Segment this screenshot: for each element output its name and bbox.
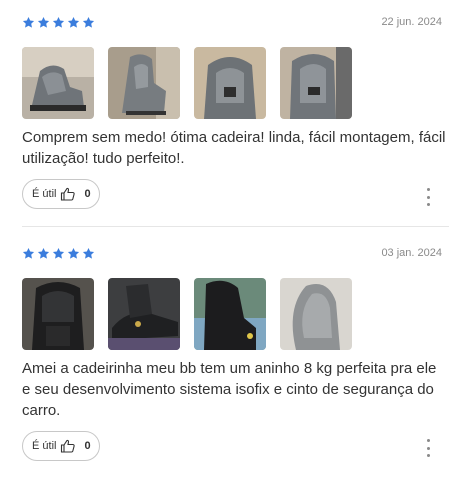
- star-icon: [52, 247, 65, 260]
- star-icon: [37, 16, 50, 29]
- helpful-count: 0: [84, 188, 91, 200]
- star-icon: [22, 247, 35, 260]
- helpful-button[interactable]: É útil 0: [22, 179, 100, 209]
- star-icon: [22, 16, 35, 29]
- helpful-count: 0: [84, 440, 91, 452]
- star-icon: [52, 16, 65, 29]
- review-photos: [22, 47, 352, 119]
- review-photo[interactable]: [108, 278, 180, 350]
- review-photo[interactable]: [108, 47, 180, 119]
- review-photo[interactable]: [280, 47, 352, 119]
- divider: [22, 226, 449, 227]
- star-rating: [22, 247, 95, 260]
- helpful-button[interactable]: É útil 0: [22, 431, 100, 461]
- star-icon: [67, 16, 80, 29]
- star-icon: [37, 247, 50, 260]
- review-photo[interactable]: [194, 47, 266, 119]
- star-icon: [67, 247, 80, 260]
- review-photo[interactable]: [194, 278, 266, 350]
- review-text: Amei a cadeirinha meu bb tem um aninho 8…: [22, 360, 437, 419]
- review-date: 03 jan. 2024: [381, 247, 442, 259]
- review-photos: [22, 278, 352, 350]
- star-icon: [82, 16, 95, 29]
- review-date: 22 jun. 2024: [381, 16, 442, 28]
- review-photo[interactable]: [22, 278, 94, 350]
- review-photo[interactable]: [280, 278, 352, 350]
- review-text: Comprem sem medo! ótima cadeira! linda, …: [22, 129, 446, 167]
- more-options-icon[interactable]: [424, 439, 432, 457]
- helpful-label: É útil: [32, 440, 57, 452]
- thumbs-up-icon: [60, 186, 76, 202]
- thumbs-up-icon: [60, 438, 76, 454]
- review-photo[interactable]: [22, 47, 94, 119]
- helpful-label: É útil: [32, 188, 57, 200]
- more-options-icon[interactable]: [424, 188, 432, 206]
- star-rating: [22, 16, 95, 29]
- star-icon: [82, 247, 95, 260]
